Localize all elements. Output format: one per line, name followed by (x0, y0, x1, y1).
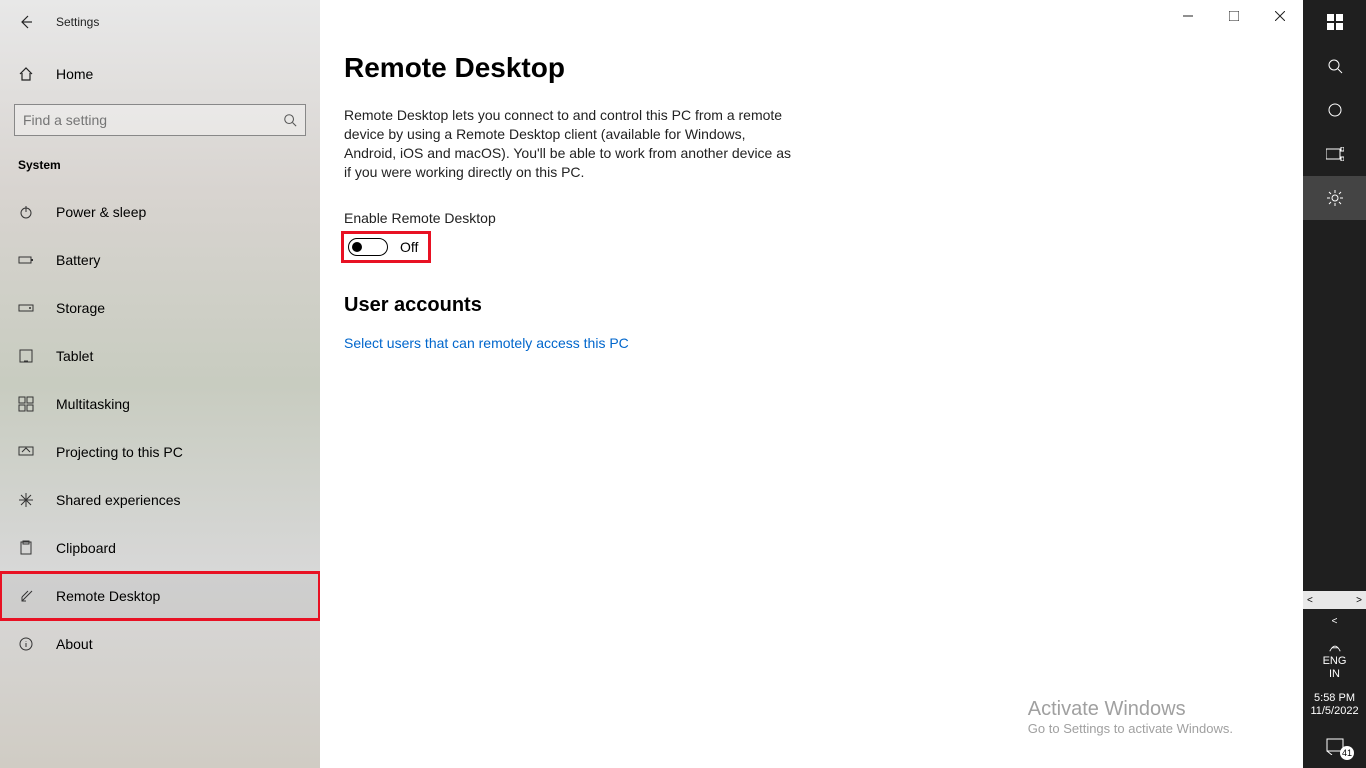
sidebar-item-label: Clipboard (56, 540, 116, 556)
activate-windows-watermark: Activate Windows Go to Settings to activ… (1028, 698, 1233, 736)
minimize-button[interactable] (1165, 0, 1211, 32)
sidebar-item-projecting[interactable]: Projecting to this PC (0, 428, 320, 476)
subheading-user-accounts: User accounts (344, 294, 1279, 317)
start-button[interactable] (1303, 0, 1366, 44)
sidebar-item-label: Shared experiences (56, 492, 181, 508)
page-title: Remote Desktop (344, 52, 1279, 84)
lang-line2: IN (1303, 668, 1366, 680)
sidebar-item-power-sleep[interactable]: Power & sleep (0, 188, 320, 236)
home-icon (18, 66, 34, 82)
battery-icon (18, 252, 34, 268)
toggle-state: Off (400, 239, 418, 255)
sidebar-item-label: About (56, 636, 93, 652)
tablet-icon (18, 348, 34, 364)
multitasking-icon (18, 396, 34, 412)
settings-sidebar: Settings Home System Power & sleep Batte… (0, 0, 320, 768)
sidebar-item-label: Projecting to this PC (56, 444, 183, 460)
task-view-button[interactable] (1303, 132, 1366, 176)
activate-title: Activate Windows (1028, 698, 1233, 721)
back-icon[interactable] (18, 14, 34, 30)
search-input[interactable] (23, 112, 283, 128)
toggle-switch[interactable] (348, 238, 388, 256)
sidebar-item-shared[interactable]: Shared experiences (0, 476, 320, 524)
search-input-container[interactable] (14, 104, 306, 136)
sidebar-item-label: Power & sleep (56, 204, 146, 220)
sidebar-home-label: Home (56, 66, 93, 82)
toggle-label: Enable Remote Desktop (344, 210, 1279, 226)
activate-subtitle: Go to Settings to activate Windows. (1028, 721, 1233, 736)
language-indicator[interactable]: ENG IN (1303, 633, 1366, 685)
cortana-button[interactable] (1303, 88, 1366, 132)
tray-scrollbar[interactable]: <> (1303, 591, 1366, 609)
main-content: Remote Desktop Remote Desktop lets you c… (320, 0, 1303, 768)
clock-time: 5:58 PM (1303, 692, 1366, 705)
sidebar-item-tablet[interactable]: Tablet (0, 332, 320, 380)
sidebar-item-remote-desktop[interactable]: Remote Desktop (0, 572, 320, 620)
sidebar-item-about[interactable]: About (0, 620, 320, 668)
page-description: Remote Desktop lets you connect to and c… (344, 106, 794, 182)
window-title: Settings (56, 15, 99, 29)
sidebar-item-label: Tablet (56, 348, 93, 364)
notifications-button[interactable]: 41 (1303, 724, 1366, 768)
projecting-icon (18, 444, 34, 460)
select-users-link[interactable]: Select users that can remotely access th… (344, 335, 1279, 351)
sidebar-item-label: Remote Desktop (56, 588, 160, 604)
power-icon (18, 204, 34, 220)
maximize-button[interactable] (1211, 0, 1257, 32)
about-icon (18, 636, 34, 652)
sidebar-item-storage[interactable]: Storage (0, 284, 320, 332)
taskbar: <> < ENG IN 5:58 PM 11/5/2022 41 (1303, 0, 1366, 768)
clock[interactable]: 5:58 PM 11/5/2022 (1303, 686, 1366, 724)
sidebar-item-battery[interactable]: Battery (0, 236, 320, 284)
taskbar-search-button[interactable] (1303, 44, 1366, 88)
sidebar-item-clipboard[interactable]: Clipboard (0, 524, 320, 572)
sidebar-item-label: Multitasking (56, 396, 130, 412)
shared-icon (18, 492, 34, 508)
sidebar-item-multitasking[interactable]: Multitasking (0, 380, 320, 428)
clipboard-icon (18, 540, 34, 556)
enable-remote-desktop-toggle[interactable]: Off (344, 234, 428, 260)
remote-icon (18, 588, 34, 604)
taskbar-settings-button[interactable] (1303, 176, 1366, 220)
search-icon (283, 113, 297, 127)
sidebar-item-label: Battery (56, 252, 100, 268)
sidebar-section-label: System (18, 158, 320, 172)
close-button[interactable] (1257, 0, 1303, 32)
sidebar-home[interactable]: Home (0, 54, 320, 94)
lang-line1: ENG (1303, 655, 1366, 667)
clock-date: 11/5/2022 (1303, 705, 1366, 718)
tray-expand-icon[interactable]: < (1303, 609, 1366, 633)
storage-icon (18, 300, 34, 316)
notif-badge: 41 (1340, 746, 1354, 760)
sidebar-item-label: Storage (56, 300, 105, 316)
